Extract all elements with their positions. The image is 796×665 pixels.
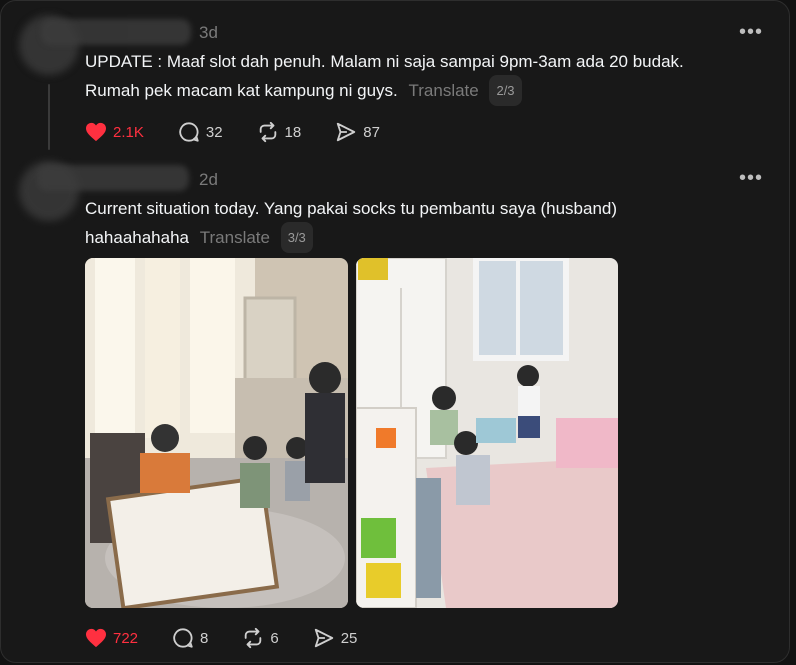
reply-count: 8 bbox=[200, 629, 209, 647]
like-button[interactable]: 2.1K bbox=[85, 122, 144, 142]
like-button[interactable]: 722 bbox=[85, 628, 138, 648]
page-indicator: 3/3 bbox=[280, 222, 313, 253]
username-redacted[interactable] bbox=[37, 165, 189, 191]
post-text-line: hahaahahaha bbox=[85, 228, 190, 247]
action-bar: 722 8 6 25 bbox=[85, 627, 391, 649]
share-button[interactable]: 25 bbox=[313, 627, 358, 649]
repost-icon bbox=[245, 627, 262, 649]
more-icon[interactable]: ••• bbox=[739, 22, 763, 42]
send-icon bbox=[337, 122, 356, 142]
translate-link[interactable]: Translate bbox=[200, 228, 270, 247]
reply-count: 32 bbox=[205, 123, 223, 141]
post-time: 3d bbox=[199, 23, 218, 42]
post-text-line: UPDATE : Maaf slot dah penuh. Malam ni s… bbox=[85, 52, 684, 71]
like-count: 722 bbox=[113, 629, 139, 647]
post-text-line: Current situation today. Yang pakai sock… bbox=[85, 199, 618, 218]
comment-icon bbox=[173, 628, 193, 648]
post-photo[interactable] bbox=[85, 258, 348, 608]
action-bar: 2.1K 32 18 87 bbox=[85, 121, 414, 143]
share-count: 25 bbox=[340, 629, 358, 647]
page-indicator: 2/3 bbox=[489, 75, 522, 106]
repost-count: 6 bbox=[270, 629, 279, 647]
thread-line bbox=[48, 84, 50, 150]
thread-card: 3d ••• UPDATE : Maaf slot dah penuh. Mal… bbox=[0, 0, 790, 663]
translate-link[interactable]: Translate bbox=[409, 81, 479, 100]
reply-button[interactable]: 8 bbox=[172, 627, 208, 649]
heart-icon bbox=[86, 122, 106, 142]
username-redacted[interactable] bbox=[41, 19, 191, 45]
more-icon[interactable]: ••• bbox=[739, 168, 763, 188]
repost-button[interactable]: 18 bbox=[257, 121, 302, 143]
like-count: 2.1K bbox=[113, 123, 144, 141]
send-icon bbox=[314, 628, 333, 648]
share-count: 87 bbox=[363, 123, 380, 141]
post-time: 2d bbox=[199, 170, 218, 189]
heart-icon bbox=[86, 628, 106, 648]
comment-icon bbox=[179, 122, 199, 142]
post-text: Current situation today. Yang pakai sock… bbox=[85, 195, 617, 253]
repost-icon bbox=[259, 121, 276, 143]
share-button[interactable]: 87 bbox=[335, 121, 380, 143]
post-text: UPDATE : Maaf slot dah penuh. Malam ni s… bbox=[85, 48, 684, 106]
post-photo[interactable] bbox=[356, 258, 618, 608]
post-text-line: Rumah pek macam kat kampung ni guys. bbox=[85, 81, 398, 100]
reply-button[interactable]: 32 bbox=[178, 121, 223, 143]
repost-button[interactable]: 6 bbox=[242, 627, 279, 649]
repost-count: 18 bbox=[284, 123, 302, 141]
